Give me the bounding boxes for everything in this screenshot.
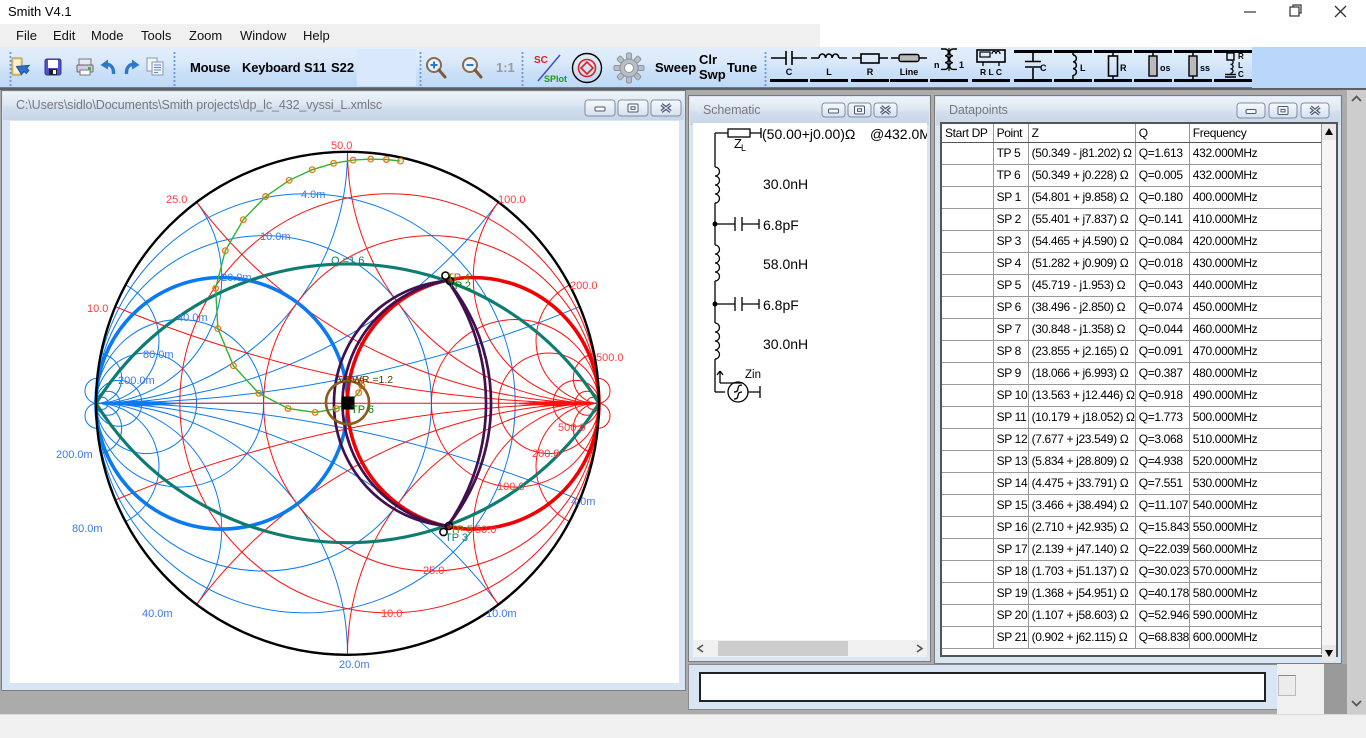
svg-text:L: L — [826, 67, 832, 77]
svg-text:TP 2: TP 2 — [448, 280, 471, 292]
svg-text:200.0m: 200.0m — [56, 449, 93, 461]
svg-text:20.0m: 20.0m — [221, 272, 252, 284]
svg-text:C: C — [786, 67, 793, 77]
svg-text:4.0m: 4.0m — [571, 496, 595, 508]
svg-text:500.0: 500.0 — [596, 352, 624, 364]
svg-text:50.0: 50.0 — [475, 524, 496, 536]
svg-text:n: n — [934, 60, 940, 70]
svg-text:C: C — [1238, 70, 1244, 79]
svg-text:TP 3: TP 3 — [445, 532, 468, 544]
svg-text:10.0: 10.0 — [381, 608, 402, 620]
svg-text:TP 6: TP 6 — [351, 404, 374, 416]
svg-text:20.0m: 20.0m — [339, 659, 370, 671]
svg-text:200.0: 200.0 — [532, 448, 560, 460]
svg-text:100.0: 100.0 — [497, 481, 525, 493]
svg-text:80.0m: 80.0m — [143, 349, 174, 361]
svg-text:40.0m: 40.0m — [142, 608, 173, 620]
svg-text:80.0m: 80.0m — [72, 523, 103, 535]
svg-text:os: os — [1160, 63, 1171, 73]
svg-text:200.0: 200.0 — [570, 280, 598, 292]
svg-text:4.0m: 4.0m — [301, 189, 325, 201]
svg-text:R: R — [1238, 52, 1244, 61]
svg-text:C: C — [1040, 63, 1047, 73]
svg-text:25.0: 25.0 — [166, 194, 187, 206]
svg-text:R: R — [867, 67, 874, 77]
svg-text:10.0: 10.0 — [87, 303, 108, 315]
svg-text:ss: ss — [1200, 63, 1210, 73]
svg-text:R: R — [1120, 63, 1127, 73]
svg-text:1: 1 — [959, 60, 964, 70]
svg-text:L: L — [741, 143, 746, 153]
svg-text:R L C: R L C — [980, 67, 1002, 77]
svg-text:200.0m: 200.0m — [118, 375, 155, 387]
svg-text:L: L — [1238, 61, 1243, 70]
svg-text:50.0: 50.0 — [331, 140, 352, 152]
svg-text:Line: Line — [900, 67, 919, 77]
svg-text:25.0: 25.0 — [423, 565, 444, 577]
svg-text:Q =1.6: Q =1.6 — [331, 255, 364, 267]
svg-text:10.0m: 10.0m — [486, 608, 517, 620]
svg-text:100.0: 100.0 — [498, 194, 526, 206]
svg-text:Zin: Zin — [745, 369, 761, 381]
svg-text:10.0m: 10.0m — [260, 231, 291, 243]
svg-text:SC: SC — [534, 55, 548, 66]
svg-text:500.0: 500.0 — [558, 422, 586, 434]
svg-text:SPlot: SPlot — [544, 74, 567, 84]
svg-text:VSWR =1.2: VSWR =1.2 — [338, 374, 393, 386]
svg-text:40.0m: 40.0m — [177, 312, 208, 324]
svg-text:L: L — [1080, 63, 1086, 73]
